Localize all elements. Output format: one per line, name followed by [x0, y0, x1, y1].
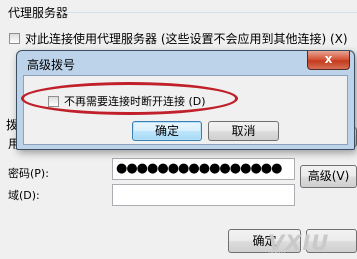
password-field[interactable]: ●●●●●●●●●●●●●●●●: [112, 158, 295, 180]
dialog-root: { "proxy": { "group_title": "代理服务器", "ch…: [0, 0, 357, 259]
group-divider: [60, 12, 357, 13]
domain-label: 域(D):: [8, 189, 40, 202]
proxy-group-title: 代理服务器: [8, 6, 69, 20]
advanced-button[interactable]: 高级(V): [300, 165, 357, 188]
highlight-annotation: [21, 82, 238, 115]
use-proxy-label: 对此连接使用代理服务器 (这些设置不会应用到其他连接) (X): [25, 32, 348, 46]
close-button[interactable]: x: [307, 51, 350, 70]
dialog-cancel-button[interactable]: 取消: [208, 121, 279, 141]
close-icon: x: [324, 52, 333, 66]
dialog-title: 高级拨号: [27, 58, 76, 72]
domain-field[interactable]: [112, 184, 295, 206]
password-label: 密码(P):: [8, 167, 49, 180]
watermark-domain: .com: [268, 247, 286, 255]
dialog-ok-button[interactable]: 确定: [132, 121, 202, 141]
use-proxy-checkbox[interactable]: [9, 33, 20, 44]
